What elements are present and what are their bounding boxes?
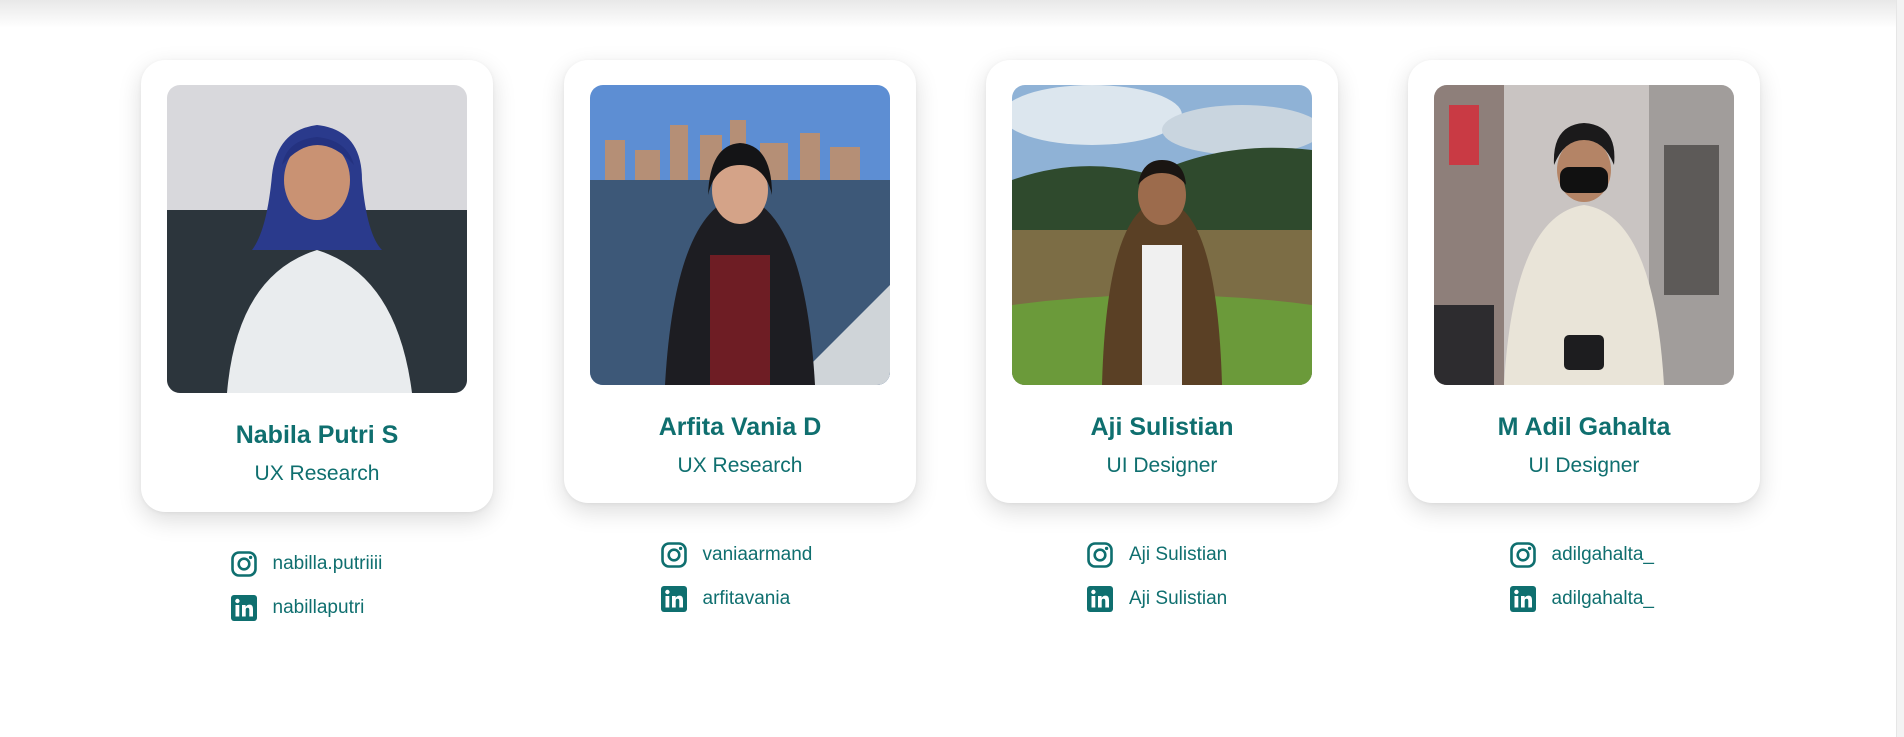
instagram-handle: adilgahalta_ [1551, 544, 1654, 565]
header-shadow [0, 0, 1904, 28]
linkedin-icon [1087, 586, 1113, 612]
member-name: Nabila Putri S [235, 421, 399, 449]
team-member-card: Nabila Putri S UX Research nabilla.putri… [141, 60, 493, 638]
instagram-icon [230, 551, 257, 577]
linkedin-handle: arfitavania [702, 588, 791, 609]
profile-card: Arfita Vania D UX Research [564, 60, 916, 503]
social-links: vaniaarmand arfitavania [564, 541, 916, 629]
member-role: UX Research [677, 454, 803, 477]
linkedin-handle: Aji Sulistian [1129, 588, 1228, 609]
instagram-icon [1509, 542, 1536, 568]
linkedin-icon [230, 595, 257, 621]
team-member-card: M Adil Gahalta UI Designer adilgahalta_ … [1408, 60, 1760, 629]
profile-card: M Adil Gahalta UI Designer [1408, 60, 1760, 503]
member-name: M Adil Gahalta [1497, 413, 1671, 441]
member-role: UI Designer [1106, 454, 1218, 477]
team-member-card: Arfita Vania D UX Research vaniaarmand a… [564, 60, 916, 629]
member-role: UX Research [254, 462, 380, 485]
team-member-card: Aji Sulistian UI Designer Aji Sulistian … [986, 60, 1338, 629]
linkedin-icon [660, 586, 687, 612]
member-role: UI Designer [1528, 454, 1640, 477]
instagram-link[interactable]: vaniaarmand [660, 541, 821, 569]
linkedin-link[interactable]: arfitavania [660, 585, 821, 613]
linkedin-handle: adilgahalta_ [1551, 588, 1654, 609]
linkedin-link[interactable]: adilgahalta_ [1509, 585, 1660, 613]
linkedin-link[interactable]: Aji Sulistian [1086, 585, 1238, 613]
social-links: Aji Sulistian Aji Sulistian [986, 541, 1338, 629]
profile-card: Aji Sulistian UI Designer [986, 60, 1338, 503]
instagram-handle: Aji Sulistian [1129, 544, 1228, 565]
instagram-link[interactable]: nabilla.putriiii [230, 550, 405, 578]
social-links: nabilla.putriiii nabillaputri [141, 550, 493, 638]
instagram-link[interactable]: Aji Sulistian [1086, 541, 1238, 569]
linkedin-icon [1509, 586, 1536, 612]
linkedin-link[interactable]: nabillaputri [230, 594, 405, 622]
profile-photo [1012, 85, 1312, 385]
instagram-handle: nabilla.putriiii [272, 553, 383, 574]
scrollbar[interactable] [1896, 0, 1904, 737]
member-name: Arfita Vania D [658, 413, 822, 441]
profile-photo [1434, 85, 1734, 385]
profile-card: Nabila Putri S UX Research [141, 60, 493, 512]
member-name: Aji Sulistian [1090, 413, 1234, 441]
instagram-icon [660, 542, 687, 568]
social-links: adilgahalta_ adilgahalta_ [1408, 541, 1760, 629]
profile-photo [167, 85, 467, 393]
instagram-icon [1087, 542, 1113, 568]
profile-photo [590, 85, 890, 385]
instagram-handle: vaniaarmand [702, 544, 813, 565]
linkedin-handle: nabillaputri [272, 597, 365, 618]
instagram-link[interactable]: adilgahalta_ [1509, 541, 1660, 569]
